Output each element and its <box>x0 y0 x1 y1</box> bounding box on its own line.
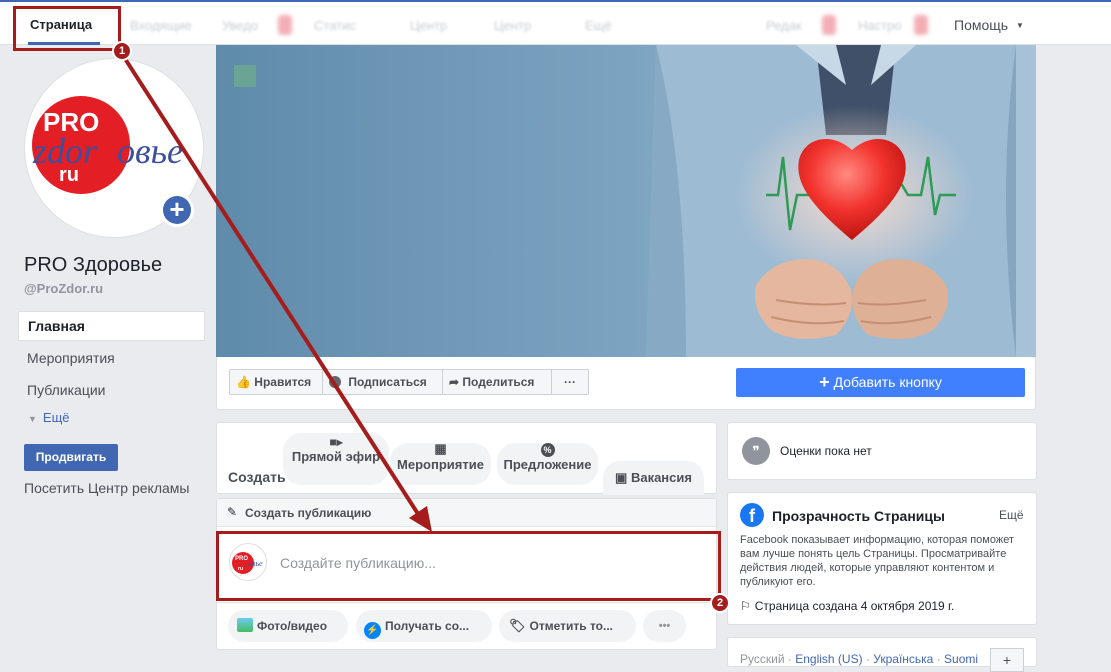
annotation-badge-1: 1 <box>112 41 132 61</box>
annotation-arrow <box>120 52 432 532</box>
annotation-badge-2: 2 <box>710 593 730 613</box>
